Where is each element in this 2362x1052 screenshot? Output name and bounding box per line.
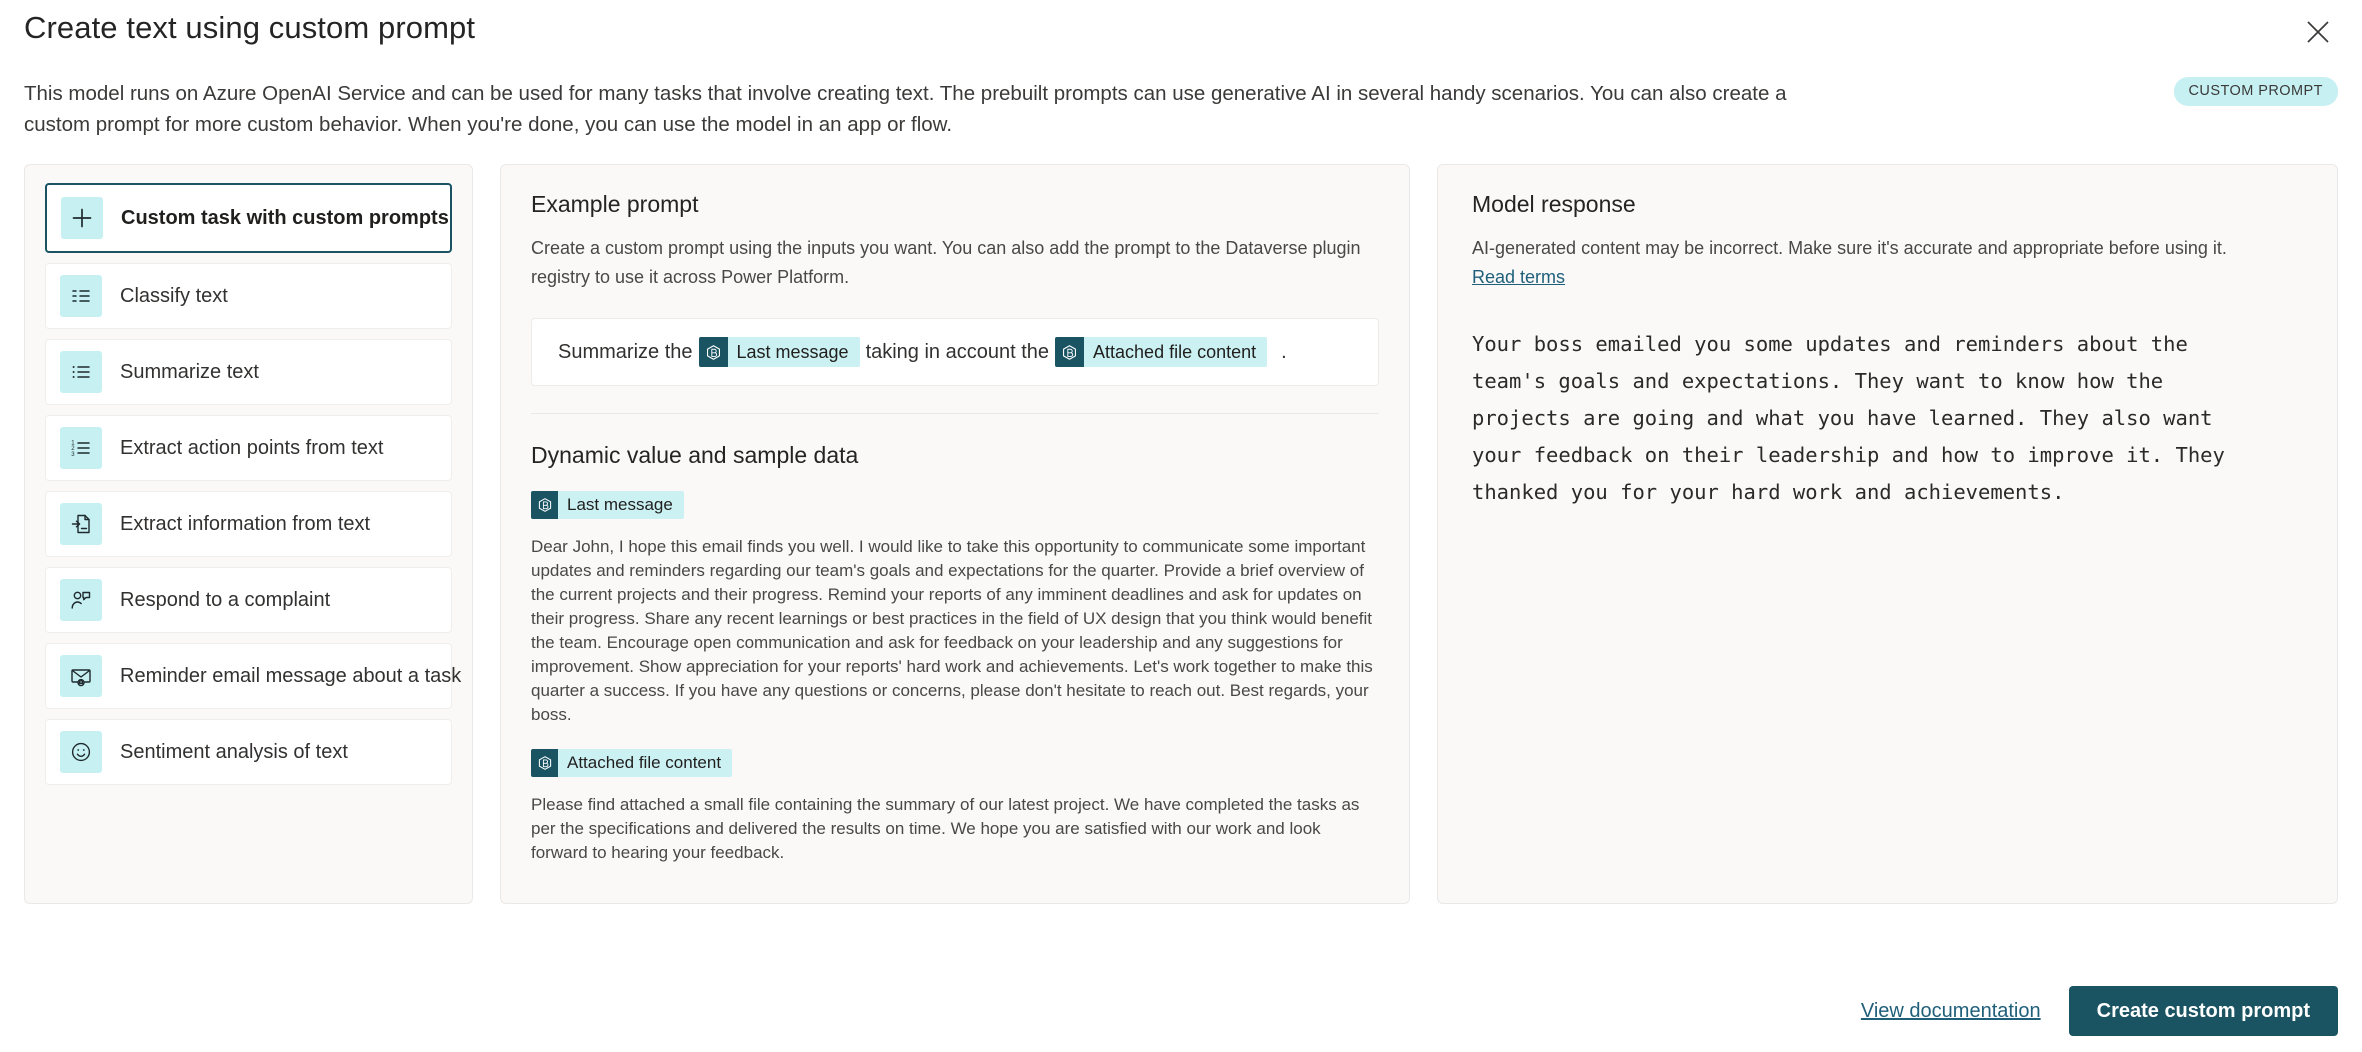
create-custom-prompt-button[interactable]: Create custom prompt bbox=[2068, 986, 2338, 1036]
sidebar-item-respond-complaint[interactable]: Respond to a complaint bbox=[45, 567, 452, 633]
dynamic-value-entry: Last message bbox=[531, 491, 1379, 519]
dynamic-values-title: Dynamic value and sample data bbox=[531, 442, 859, 468]
dialog-footer: View documentation Create custom prompt bbox=[1859, 986, 2338, 1036]
chip-label: Attached file content bbox=[558, 749, 733, 777]
example-prompt-title: Example prompt bbox=[531, 191, 699, 217]
sidebar-item-label: Sentiment analysis of text bbox=[120, 740, 348, 763]
dialog-description: This model runs on Azure OpenAI Service … bbox=[24, 82, 1787, 136]
ai-disclaimer: AI-generated content may be incorrect. M… bbox=[1472, 234, 2262, 292]
dataverse-token-icon bbox=[698, 337, 728, 367]
chip-label: Last message bbox=[558, 491, 684, 519]
sidebar-item-summarize-text[interactable]: Summarize text bbox=[45, 339, 452, 405]
sidebar-item-extract-action-points[interactable]: 1 2 3 Extract action points from text bbox=[45, 415, 452, 481]
document-extract-icon bbox=[60, 503, 102, 545]
person-reply-icon bbox=[60, 579, 102, 621]
read-terms-link[interactable]: Read terms bbox=[1472, 267, 1565, 287]
prompt-suffix-text: . bbox=[1281, 340, 1287, 363]
model-response-panel: Model response AI-generated content may … bbox=[1437, 164, 2338, 904]
page-title: Create text using custom prompt bbox=[24, 10, 476, 45]
sidebar-item-label: Extract action points from text bbox=[120, 436, 384, 459]
sample-text-last-message: Dear John, I hope this email finds you w… bbox=[531, 537, 1373, 724]
example-prompt-box[interactable]: Summarize the Last message taking in acc… bbox=[531, 318, 1379, 386]
status-badge: CUSTOM PROMPT bbox=[2173, 77, 2338, 106]
svg-text:3: 3 bbox=[71, 452, 75, 458]
sidebar-item-label: Respond to a complaint bbox=[120, 588, 331, 611]
prompt-middle-text: taking in account the bbox=[865, 340, 1050, 363]
section-divider bbox=[531, 413, 1379, 414]
sidebar-item-reminder-email[interactable]: Reminder email message about a task bbox=[45, 643, 461, 709]
view-documentation-link[interactable]: View documentation bbox=[1859, 996, 2043, 1027]
panels-container: Custom task with custom prompts Classify… bbox=[24, 164, 2338, 904]
numbered-list-icon: 1 2 3 bbox=[60, 427, 102, 469]
bulleted-list-icon bbox=[60, 351, 102, 393]
sidebar-item-sentiment-analysis[interactable]: Sentiment analysis of text bbox=[45, 719, 452, 785]
example-prompt-description: Create a custom prompt using the inputs … bbox=[531, 238, 1361, 287]
sidebar-item-classify-text[interactable]: Classify text bbox=[45, 263, 452, 329]
dynamic-chip-last-message[interactable]: Last message bbox=[531, 491, 684, 519]
task-list-panel: Custom task with custom prompts Classify… bbox=[24, 164, 473, 904]
close-icon[interactable] bbox=[2296, 10, 2340, 54]
sidebar-item-label: Classify text bbox=[120, 284, 228, 307]
dataverse-token-icon bbox=[1055, 337, 1085, 367]
sample-text-attached-file: Please find attached a small file contai… bbox=[531, 795, 1360, 862]
smiley-face-icon bbox=[60, 731, 102, 773]
sidebar-item-label: Summarize text bbox=[120, 360, 259, 383]
plus-icon bbox=[61, 197, 103, 239]
sidebar-item-label: Extract information from text bbox=[120, 512, 371, 535]
model-response-output: Your boss emailed you some updates and r… bbox=[1472, 332, 2238, 504]
mail-reminder-icon bbox=[60, 655, 102, 697]
dataverse-token-icon bbox=[531, 749, 558, 777]
dynamic-chip-attached-file[interactable]: Attached file content bbox=[531, 749, 733, 777]
sidebar-item-label: Custom task with custom prompts bbox=[121, 206, 449, 229]
dataverse-token-icon bbox=[531, 491, 558, 519]
chip-label: Attached file content bbox=[1084, 337, 1268, 367]
classify-list-icon bbox=[60, 275, 102, 317]
create-text-dialog: Create text using custom prompt This mod… bbox=[0, 0, 2362, 1052]
task-list: Custom task with custom prompts Classify… bbox=[45, 183, 461, 785]
prompt-prefix-text: Summarize the bbox=[558, 340, 693, 363]
sidebar-item-extract-information[interactable]: Extract information from text bbox=[45, 491, 452, 557]
dynamic-value-entry: Attached file content bbox=[531, 749, 1379, 777]
dynamic-chip-last-message[interactable]: Last message bbox=[698, 337, 860, 367]
ai-disclaimer-text: AI-generated content may be incorrect. M… bbox=[1472, 238, 2227, 258]
chip-label: Last message bbox=[727, 337, 860, 367]
example-prompt-panel: Example prompt Create a custom prompt us… bbox=[500, 164, 1410, 904]
model-response-title: Model response bbox=[1472, 191, 1636, 217]
sidebar-item-custom-task[interactable]: Custom task with custom prompts bbox=[45, 183, 452, 253]
sidebar-item-label: Reminder email message about a task bbox=[120, 664, 462, 687]
dynamic-chip-attached-file[interactable]: Attached file content bbox=[1055, 337, 1268, 367]
